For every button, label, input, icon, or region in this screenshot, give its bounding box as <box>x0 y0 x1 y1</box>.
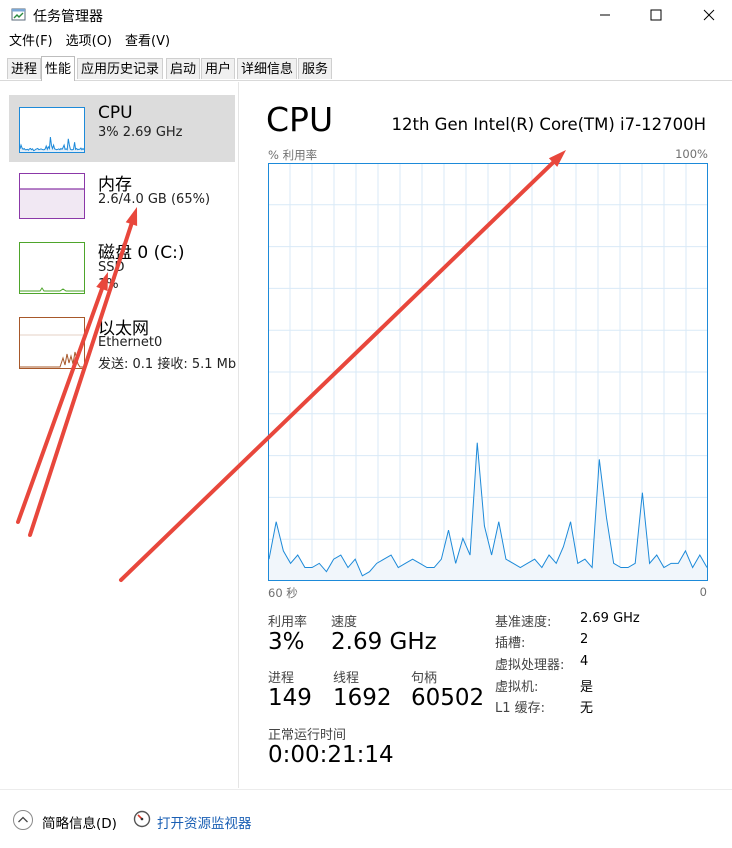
utilization-label: 利用率 <box>268 615 308 630</box>
menu-file[interactable]: 文件(F) <box>0 32 58 52</box>
resource-cpu[interactable]: CPU 3% 2.69 GHz <box>9 95 235 162</box>
spec-vcpu-value: 4 <box>580 654 589 669</box>
tab-services[interactable]: 服务 <box>298 58 333 79</box>
ethernet-thumbnail <box>19 317 85 369</box>
speed-label: 速度 <box>331 615 358 630</box>
cpu-thumbnail <box>19 107 85 153</box>
minimize-icon <box>600 14 610 16</box>
spec-l1-label: L1 缓存: <box>495 701 546 716</box>
footer-divider <box>0 789 732 790</box>
minimize-button[interactable] <box>582 0 628 30</box>
axis-label-duration: 60 秒 <box>268 586 298 600</box>
cpu-model: 12th Gen Intel(R) Core(TM) i7-12700H <box>391 115 706 134</box>
threads-label: 线程 <box>333 671 360 686</box>
handles-label: 句柄 <box>411 671 438 686</box>
spec-vcpu-label: 虚拟处理器: <box>495 658 565 673</box>
open-resource-monitor-link[interactable]: 打开资源监视器 <box>157 812 252 832</box>
resource-monitor-icon <box>133 810 151 828</box>
tab-processes[interactable]: 进程 <box>7 58 42 79</box>
resource-detail: Ethernet0 <box>98 335 163 350</box>
tab-startup[interactable]: 启动 <box>166 58 201 79</box>
tab-users[interactable]: 用户 <box>201 58 236 79</box>
maximize-icon <box>650 9 662 21</box>
chevron-up-icon <box>13 810 33 830</box>
menu-view[interactable]: 查看(V) <box>117 32 175 52</box>
uptime-value: 0:00:21:14 <box>268 742 394 768</box>
window-title: 任务管理器 <box>33 9 103 25</box>
spec-base-speed-value: 2.69 GHz <box>580 611 640 626</box>
resource-detail: SSD <box>98 260 125 275</box>
disk-thumbnail <box>19 242 85 294</box>
maximize-button[interactable] <box>633 0 679 30</box>
handles-value: 60502 <box>411 685 485 711</box>
axis-label-max: 100% <box>675 147 708 161</box>
spec-sockets-label: 插槽: <box>495 636 526 651</box>
menu-options[interactable]: 选项(O) <box>58 32 117 52</box>
title-bar: 任务管理器 <box>0 0 732 30</box>
processes-label: 进程 <box>268 671 295 686</box>
threads-value: 1692 <box>333 685 392 711</box>
axis-label-zero: 0 <box>699 585 707 599</box>
brief-info-button[interactable]: 简略信息(D) <box>42 812 117 832</box>
page-title: CPU <box>266 100 334 139</box>
resource-detail: 2.6/4.0 GB (65%) <box>98 192 211 207</box>
panel-divider <box>238 82 239 788</box>
tab-app-history[interactable]: 应用历史记录 <box>77 58 164 79</box>
uptime-label: 正常运行时间 <box>268 728 347 743</box>
memory-thumbnail <box>19 173 85 219</box>
tab-performance[interactable]: 性能 <box>41 56 76 81</box>
resource-detail-2: 1% <box>98 277 119 292</box>
speed-value: 2.69 GHz <box>331 629 437 655</box>
resource-ethernet[interactable]: 以太网 Ethernet0 发送: 0.1 接收: 5.1 Mb <box>9 308 237 378</box>
cpu-usage-graph <box>268 163 708 581</box>
menu-bar: 文件(F) 选项(O) 查看(V) <box>0 32 175 52</box>
close-icon <box>703 9 715 21</box>
tab-strip: 进程 性能 应用历史记录 启动 用户 详细信息 服务 <box>0 56 732 81</box>
spec-base-speed-label: 基准速度: <box>495 615 552 630</box>
spec-sockets-value: 2 <box>580 632 589 647</box>
axis-label-utilization: % 利用率 <box>268 148 318 162</box>
spec-vm-value: 是 <box>580 680 594 695</box>
task-manager-icon <box>11 7 27 23</box>
tab-details[interactable]: 详细信息 <box>237 58 298 79</box>
resource-memory[interactable]: 内存 2.6/4.0 GB (65%) <box>9 165 235 232</box>
resource-disk[interactable]: 磁盘 0 (C:) SSD 1% <box>9 233 235 303</box>
collapse-button[interactable] <box>12 809 34 831</box>
spec-l1-value: 无 <box>580 701 594 716</box>
spec-vm-label: 虚拟机: <box>495 680 539 695</box>
processes-value: 149 <box>268 685 312 711</box>
utilization-value: 3% <box>268 629 305 655</box>
resource-detail-2: 发送: 0.1 接收: 5.1 Mb <box>98 357 237 372</box>
close-button[interactable] <box>686 0 732 30</box>
resource-name: CPU <box>98 103 133 123</box>
resource-detail: 3% 2.69 GHz <box>98 125 183 140</box>
